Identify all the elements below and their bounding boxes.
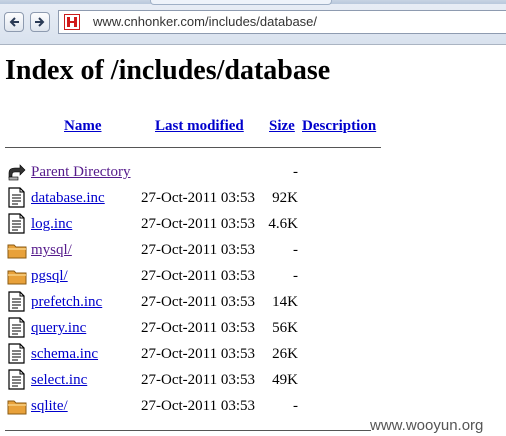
entry-size: - — [293, 164, 298, 180]
text-file-icon — [7, 343, 27, 364]
entry-size: 14K — [272, 294, 298, 310]
file-link-database-inc[interactable]: database.inc — [31, 189, 105, 207]
entry-date: 27-Oct-2011 03:53 — [141, 346, 256, 362]
text-file-icon — [7, 369, 27, 390]
file-link-prefetch-inc[interactable]: prefetch.inc — [31, 293, 102, 311]
footer-divider — [5, 430, 371, 431]
entry-size: - — [293, 242, 298, 258]
folder-link-mysql[interactable]: mysql/ — [31, 241, 72, 259]
text-file-icon — [7, 317, 27, 338]
entry-date: 27-Oct-2011 03:53 — [141, 268, 256, 284]
column-header-last-modified[interactable]: Last modified — [155, 117, 244, 135]
list-item: mysql/ 27-Oct-2011 03:53 - — [0, 237, 506, 263]
list-item: log.inc 27-Oct-2011 03:53 4.6K — [0, 211, 506, 237]
list-item: schema.inc 27-Oct-2011 03:53 26K — [0, 341, 506, 367]
forward-arrow-icon — [35, 17, 45, 27]
list-item: prefetch.inc 27-Oct-2011 03:53 14K — [0, 289, 506, 315]
entry-size: 56K — [272, 320, 298, 336]
text-file-icon — [7, 291, 27, 312]
entry-date: 27-Oct-2011 03:53 — [141, 190, 256, 206]
text-file-icon — [7, 213, 27, 234]
list-item: sqlite/ 27-Oct-2011 03:53 - — [0, 393, 506, 419]
file-link-log-inc[interactable]: log.inc — [31, 215, 72, 233]
address-bar[interactable]: www.cnhonker.com/includes/database/ — [58, 10, 506, 34]
entry-size: - — [293, 268, 298, 284]
entry-size: 4.6K — [268, 216, 298, 232]
address-url[interactable]: www.cnhonker.com/includes/database/ — [93, 14, 317, 30]
folder-icon — [7, 395, 27, 416]
file-link-query-inc[interactable]: query.inc — [31, 319, 86, 337]
entry-date: 27-Oct-2011 03:53 — [141, 398, 256, 414]
header-divider — [5, 147, 381, 148]
folder-icon — [7, 265, 27, 286]
entry-size: 92K — [272, 190, 298, 206]
entry-date: 27-Oct-2011 03:53 — [141, 294, 256, 310]
watermark: www.wooyun.org — [370, 417, 484, 434]
list-item: query.inc 27-Oct-2011 03:53 56K — [0, 315, 506, 341]
entry-date: 27-Oct-2011 03:53 — [141, 372, 256, 388]
file-link-schema-inc[interactable]: schema.inc — [31, 345, 98, 363]
entry-date: 27-Oct-2011 03:53 — [141, 242, 256, 258]
active-tab[interactable] — [150, 0, 332, 5]
back-arrow-icon — [9, 17, 19, 27]
entry-size: - — [293, 398, 298, 414]
back-folder-icon — [7, 161, 27, 182]
forward-button[interactable] — [30, 12, 50, 32]
list-item: database.inc 27-Oct-2011 03:53 92K — [0, 185, 506, 211]
column-header-size[interactable]: Size — [269, 117, 295, 135]
entry-size: 49K — [272, 372, 298, 388]
entry-size: 26K — [272, 346, 298, 362]
folder-icon — [7, 239, 27, 260]
parent-directory-link[interactable]: Parent Directory — [31, 163, 131, 181]
browser-toolbar: www.cnhonker.com/includes/database/ — [0, 0, 506, 45]
list-item: Parent Directory - — [0, 159, 506, 185]
entry-date: 27-Oct-2011 03:53 — [141, 216, 256, 232]
directory-listing: Parent Directory - database.inc 27-Oct-2… — [0, 159, 506, 419]
folder-link-sqlite[interactable]: sqlite/ — [31, 397, 68, 415]
list-item: select.inc 27-Oct-2011 03:53 49K — [0, 367, 506, 393]
folder-link-pgsql[interactable]: pgsql/ — [31, 267, 68, 285]
column-header-name[interactable]: Name — [64, 117, 102, 135]
back-button[interactable] — [4, 12, 24, 32]
column-header-description[interactable]: Description — [302, 117, 376, 135]
text-file-icon — [7, 187, 27, 208]
cnhonker-favicon-icon — [64, 14, 80, 30]
entry-date: 27-Oct-2011 03:53 — [141, 320, 256, 336]
list-item: pgsql/ 27-Oct-2011 03:53 - — [0, 263, 506, 289]
page-title: Index of /includes/database — [5, 55, 331, 86]
file-link-select-inc[interactable]: select.inc — [31, 371, 87, 389]
